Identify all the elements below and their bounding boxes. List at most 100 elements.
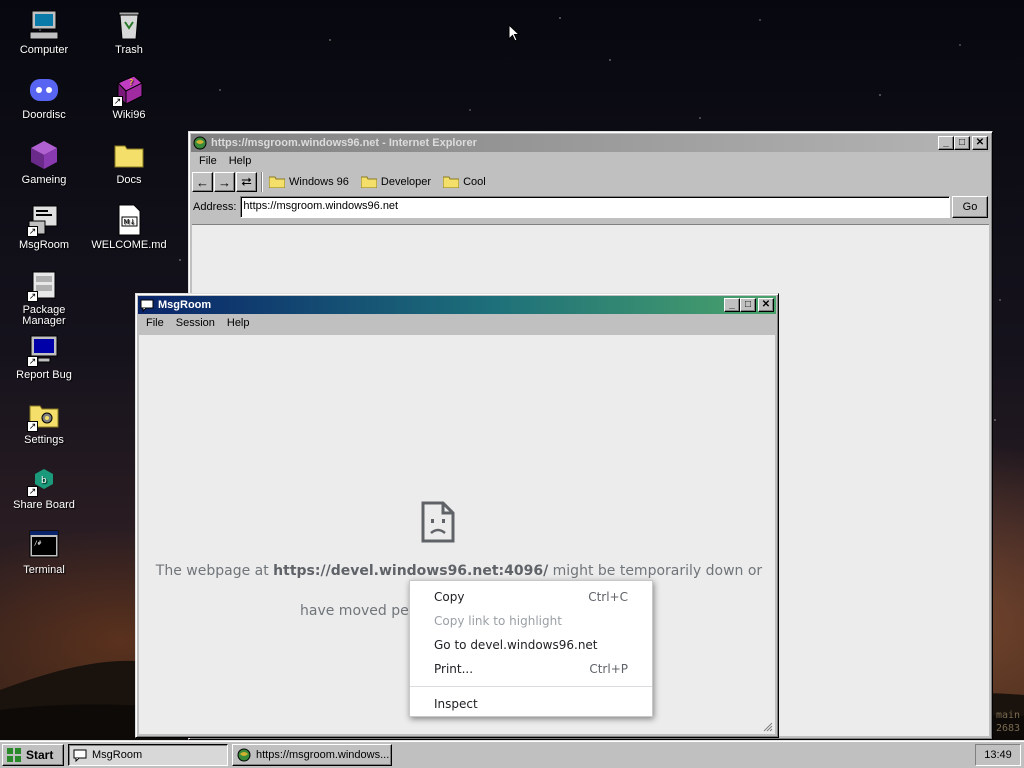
- close-button[interactable]: ✕: [758, 298, 774, 312]
- shortcut-arrow-icon: ↗: [27, 356, 38, 367]
- desktop-icon-label: Share Board: [13, 499, 75, 511]
- menu-session[interactable]: Session: [170, 317, 221, 329]
- desktop-icon-label: Terminal: [23, 564, 65, 576]
- desktop-icon-settings[interactable]: ↗ Settings: [6, 398, 82, 446]
- ie-globe-icon: [193, 136, 207, 150]
- maximize-button[interactable]: □: [954, 136, 970, 150]
- desktop-icon-label: Settings: [24, 434, 64, 446]
- corner-text: main 2683: [996, 710, 1021, 734]
- shortcut-arrow-icon: ↗: [27, 421, 38, 432]
- favorite-label: Developer: [380, 176, 432, 188]
- favorite-developer[interactable]: Developer: [360, 176, 432, 188]
- minimize-button[interactable]: _: [938, 136, 954, 150]
- folder-icon: [269, 176, 285, 188]
- svg-text:M↓: M↓: [124, 218, 136, 226]
- context-item-go-to[interactable]: Go to devel.windows96.net: [410, 633, 652, 657]
- ie-globe-icon: [237, 748, 251, 761]
- ie-titlebar[interactable]: https://msgroom.windows96.net - Internet…: [191, 134, 990, 152]
- desktop-icon-label: Wiki96: [112, 109, 146, 121]
- favorite-cool[interactable]: Cool: [443, 176, 486, 188]
- desktop-icon-trash[interactable]: Trash: [91, 8, 167, 56]
- menu-help[interactable]: Help: [223, 155, 258, 167]
- msgroom-icon: [73, 749, 87, 762]
- forward-button[interactable]: →: [214, 172, 235, 192]
- sad-page-icon: [421, 501, 455, 543]
- desktop-icon-share-board[interactable]: b ↗ Share Board: [6, 463, 82, 511]
- desktop-icon-computer[interactable]: Computer: [6, 8, 82, 56]
- computer-icon: [29, 10, 59, 40]
- favorite-label: Cool: [463, 176, 486, 188]
- back-button[interactable]: ←: [192, 172, 213, 192]
- address-label: Address:: [193, 201, 237, 213]
- desktop-icon-label: Gameing: [21, 174, 67, 186]
- msgroom-icon: [140, 299, 154, 312]
- desktop-icon-label: MsgRoom: [18, 239, 70, 251]
- desktop-icon-label: Doordisc: [22, 109, 66, 121]
- start-label: Start: [26, 747, 54, 762]
- ie-menubar: File Help: [191, 152, 990, 170]
- context-item-print[interactable]: Print... Ctrl+P: [410, 657, 652, 681]
- desktop-icon-terminal[interactable]: /# Terminal: [6, 528, 82, 576]
- desktop-icon-label: Report Bug: [16, 369, 72, 381]
- doordisc-icon: [30, 79, 58, 101]
- error-url: https://devel.windows96.net:4096/: [273, 563, 549, 579]
- svg-text:/#: /#: [34, 540, 42, 547]
- folder-icon: [114, 145, 144, 168]
- ie-toolbar: ← → ⮂ Windows 96 Developer Cool: [191, 170, 990, 194]
- context-menu-divider: [410, 686, 652, 687]
- folder-icon: [443, 176, 460, 188]
- taskbar: Start MsgRoom https://msgroom.windows...…: [0, 740, 1024, 768]
- trash-icon: [118, 11, 140, 40]
- msgroom-window-title: MsgRoom: [158, 299, 212, 311]
- context-item-inspect[interactable]: Inspect: [410, 692, 652, 716]
- desktop-icon-label: Trash: [115, 44, 143, 56]
- shortcut-arrow-icon: ↗: [27, 226, 38, 237]
- shortcut-arrow-icon: ↗: [27, 291, 38, 302]
- taskbar-item-label: https://msgroom.windows...: [256, 748, 390, 761]
- taskbar-item-internet-explorer[interactable]: https://msgroom.windows...: [232, 743, 392, 766]
- msgroom-titlebar[interactable]: MsgRoom _ □ ✕: [138, 296, 776, 314]
- desktop-icon-welcome-md[interactable]: M↓ WELCOME.md: [91, 203, 167, 251]
- desktop-icon-label: Computer: [19, 44, 69, 56]
- shortcut-arrow-icon: ↗: [112, 96, 123, 107]
- shortcut-arrow-icon: ↗: [27, 486, 38, 497]
- refresh-button[interactable]: ⮂: [236, 172, 257, 192]
- svg-text:?: ?: [129, 78, 133, 87]
- desktop-icon-report-bug[interactable]: ↗ Report Bug: [6, 333, 82, 381]
- address-input[interactable]: https://msgroom.windows96.net: [240, 196, 950, 218]
- ie-window-title: https://msgroom.windows96.net - Internet…: [211, 137, 477, 149]
- desktop-icon-msgroom[interactable]: ↗ MsgRoom: [6, 203, 82, 251]
- desktop-icon-package-manager[interactable]: ↗ Package Manager: [6, 268, 82, 327]
- taskbar-clock[interactable]: 13:49: [975, 744, 1021, 766]
- menu-file[interactable]: File: [140, 317, 170, 329]
- minimize-button[interactable]: _: [724, 298, 740, 312]
- maximize-button[interactable]: □: [740, 298, 756, 312]
- mouse-cursor-icon: [508, 24, 520, 42]
- go-button[interactable]: Go: [952, 196, 988, 218]
- resize-grip-icon[interactable]: [763, 722, 773, 732]
- desktop-icon-gameing[interactable]: Gameing: [6, 138, 82, 186]
- svg-text:b: b: [41, 476, 47, 486]
- terminal-icon: /#: [29, 530, 59, 558]
- close-button[interactable]: ✕: [972, 136, 988, 150]
- toolbar-separator: [261, 172, 263, 192]
- menu-file[interactable]: File: [193, 155, 223, 167]
- start-button[interactable]: Start: [2, 743, 64, 766]
- taskbar-item-msgroom[interactable]: MsgRoom: [68, 743, 228, 766]
- folder-icon: [360, 176, 377, 188]
- menu-help[interactable]: Help: [221, 317, 256, 329]
- desktop-icon-docs[interactable]: Docs: [91, 138, 167, 186]
- desktop-icon-wiki96[interactable]: ? ↗ Wiki96: [91, 73, 167, 121]
- favorite-windows96[interactable]: Windows 96: [269, 176, 349, 188]
- favorite-label: Windows 96: [289, 176, 349, 188]
- cube-icon: [31, 141, 57, 169]
- desktop-icon-label: WELCOME.md: [91, 239, 167, 251]
- address-bar: Address: https://msgroom.windows96.net G…: [191, 194, 990, 220]
- markdown-file-icon: M↓: [118, 204, 141, 236]
- desktop-icon-doordisc[interactable]: Doordisc: [6, 73, 82, 121]
- desktop-icon-label: Package Manager: [22, 304, 66, 327]
- context-menu: Copy Ctrl+C Copy link to highlight Go to…: [409, 580, 653, 717]
- desktop-icon-label: Docs: [116, 174, 142, 186]
- taskbar-item-label: MsgRoom: [92, 748, 143, 761]
- context-item-copy[interactable]: Copy Ctrl+C: [410, 585, 652, 609]
